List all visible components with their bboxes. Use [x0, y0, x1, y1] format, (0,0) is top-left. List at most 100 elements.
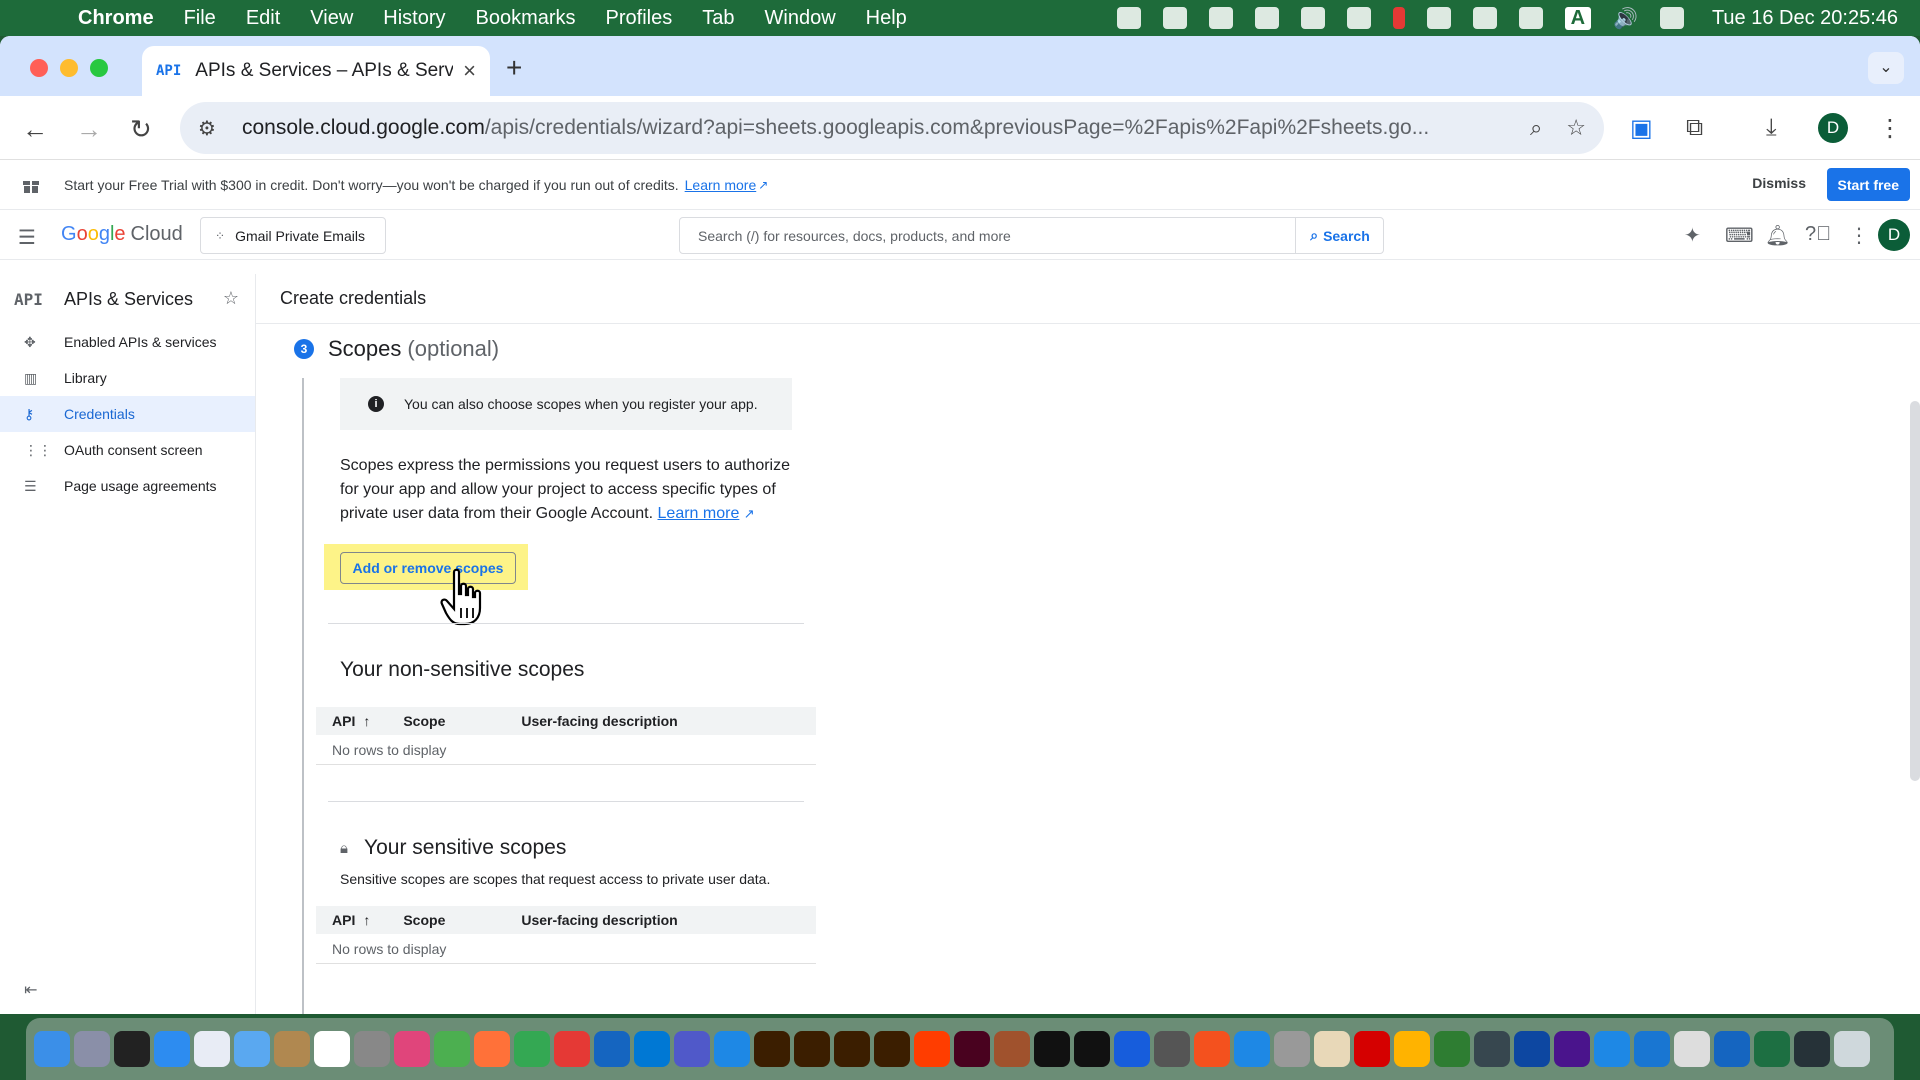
bookmark-star-icon[interactable]: ☆ — [1566, 115, 1586, 141]
site-info-icon[interactable]: ⚙ — [198, 116, 224, 141]
zoom-window-button[interactable] — [90, 59, 108, 77]
column-api[interactable]: API — [332, 713, 355, 729]
illustrator-3-app-icon[interactable] — [834, 1031, 870, 1067]
add-remove-scopes-button[interactable]: Add or remove scopes — [340, 552, 516, 584]
vscode-app-icon[interactable] — [634, 1031, 670, 1067]
project-selector[interactable]: ⁘ Gmail Private Emails — [200, 217, 386, 254]
app-store-app-icon[interactable] — [1234, 1031, 1270, 1067]
sidebar-item-page-usage[interactable]: ☰ Page usage agreements — [0, 468, 255, 504]
google-cloud-logo[interactable]: Google Cloud — [61, 223, 183, 246]
zoom-icon[interactable]: ⌕ — [1530, 115, 1542, 141]
cloud-shell-icon[interactable]: ⌨ — [1725, 223, 1754, 248]
pin-star-icon[interactable]: ☆ — [223, 288, 239, 309]
new-tab-icon[interactable]: + — [506, 52, 522, 84]
finder-app-icon[interactable] — [34, 1031, 70, 1067]
more-vert-icon[interactable]: ⋮ — [1849, 223, 1869, 248]
weather-channel-app-icon[interactable] — [1514, 1031, 1550, 1067]
firefox-app-icon[interactable] — [474, 1031, 510, 1067]
reload-icon[interactable]: ↻ — [130, 114, 152, 145]
preview-app-icon[interactable] — [1274, 1031, 1310, 1067]
menu-file[interactable]: File — [184, 7, 216, 30]
extensions-puzzle-icon[interactable]: ⧉ — [1686, 114, 1703, 142]
s-app-icon[interactable] — [714, 1031, 750, 1067]
input-source-icon[interactable]: A — [1564, 6, 1592, 30]
terminal-2-app-icon[interactable] — [1074, 1031, 1110, 1067]
anydesk-app-icon[interactable] — [914, 1031, 950, 1067]
menu-view[interactable]: View — [310, 7, 353, 30]
downloads-stack-icon[interactable] — [1674, 1031, 1710, 1067]
settings-app-icon[interactable] — [354, 1031, 390, 1067]
close-window-button[interactable] — [30, 59, 48, 77]
angular-app-icon[interactable] — [1354, 1031, 1390, 1067]
minimize-window-button[interactable] — [60, 59, 78, 77]
back-arrow-icon[interactable]: ← — [22, 114, 48, 145]
terminal-app-icon[interactable] — [1034, 1031, 1070, 1067]
banner-learn-more-link[interactable]: Learn more — [685, 177, 757, 193]
menubar-clock[interactable]: Tue 16 Dec 20:25:46 — [1712, 7, 1898, 30]
calendar-app-icon[interactable] — [314, 1031, 350, 1067]
column-api[interactable]: API — [332, 912, 355, 928]
slack-app-icon[interactable] — [394, 1031, 430, 1067]
dismiss-button[interactable]: Dismiss — [1752, 175, 1806, 191]
start-free-button[interactable]: Start free — [1826, 168, 1910, 201]
pause-bars-icon[interactable] — [1392, 7, 1405, 29]
menu-app-name[interactable]: Chrome — [78, 7, 154, 30]
address-url[interactable]: console.cloud.google.com/apis/credential… — [242, 116, 1506, 140]
safari-app-icon[interactable] — [234, 1031, 270, 1067]
menu-history[interactable]: History — [383, 7, 445, 30]
profile-avatar[interactable]: D — [1818, 113, 1848, 143]
illustrator-app-icon[interactable] — [754, 1031, 790, 1067]
hamburger-menu-icon[interactable]: ☰ — [18, 225, 36, 250]
collapse-sidebar-icon[interactable]: ⇤ — [24, 980, 37, 1000]
grid-icon[interactable] — [1300, 7, 1325, 29]
browser-tab-active[interactable]: API APIs & Services – APIs & Services × — [142, 46, 490, 96]
clipboard-icon[interactable] — [1254, 7, 1279, 29]
gemini-sparkle-icon[interactable]: ✦ — [1684, 223, 1701, 248]
search-button[interactable]: ⌕ Search — [1295, 217, 1384, 254]
control-center-icon[interactable] — [1659, 7, 1684, 29]
sidebar-item-enabled-apis[interactable]: ✥ Enabled APIs & services — [0, 324, 255, 360]
menu-bookmarks[interactable]: Bookmarks — [476, 7, 576, 30]
description-learn-more-link[interactable]: Learn more — [658, 505, 740, 522]
grid-app-icon[interactable] — [1554, 1031, 1590, 1067]
s-app-icon[interactable] — [1518, 7, 1543, 29]
menu-help[interactable]: Help — [866, 7, 907, 30]
sort-arrow-up-icon[interactable]: ↑ — [363, 912, 403, 928]
console-search-input[interactable]: Search (/) for resources, docs, products… — [679, 217, 1384, 254]
launchpad-app-icon[interactable] — [74, 1031, 110, 1067]
timer-icon[interactable] — [1472, 7, 1497, 29]
activity-monitor-app-icon[interactable] — [1794, 1031, 1830, 1067]
parking-icon[interactable] — [1208, 7, 1233, 29]
trash-icon[interactable] — [1834, 1031, 1870, 1067]
illustrator-2-app-icon[interactable] — [794, 1031, 830, 1067]
e-app-icon[interactable] — [1194, 1031, 1230, 1067]
vertical-scrollbar[interactable] — [1910, 401, 1920, 781]
messages-app-icon[interactable] — [194, 1031, 230, 1067]
excel-app-icon[interactable] — [1754, 1031, 1790, 1067]
teams-app-icon[interactable] — [674, 1031, 710, 1067]
menu-tab[interactable]: Tab — [702, 7, 734, 30]
screenshot-app-icon[interactable] — [1474, 1031, 1510, 1067]
help-icon[interactable]: ?⃝ — [1805, 223, 1831, 246]
sourcetree-app-icon[interactable] — [1434, 1031, 1470, 1067]
chrome-beta-app-icon[interactable] — [514, 1031, 550, 1067]
acrobat-app-icon[interactable] — [554, 1031, 590, 1067]
menu-profiles[interactable]: Profiles — [606, 7, 673, 30]
hat-icon[interactable] — [1162, 7, 1187, 29]
bitwarden-app-icon[interactable] — [1114, 1031, 1150, 1067]
crm-app-icon[interactable] — [994, 1031, 1030, 1067]
tab-search-chevron-icon[interactable]: ⌄ — [1868, 52, 1904, 84]
account-avatar[interactable]: D — [1878, 219, 1910, 251]
mail-app-icon[interactable] — [154, 1031, 190, 1067]
extension-bitwarden-icon[interactable]: ▣ — [1630, 114, 1653, 143]
illustrator-4-app-icon[interactable] — [874, 1031, 910, 1067]
sort-arrow-up-icon[interactable]: ↑ — [363, 713, 403, 729]
menu-edit[interactable]: Edit — [246, 7, 280, 30]
binoculars-icon[interactable] — [1116, 7, 1141, 29]
drive-icon[interactable] — [1346, 7, 1371, 29]
mission-control-app-icon[interactable] — [114, 1031, 150, 1067]
notifications-bell-icon[interactable]: 🔔︎ — [1765, 223, 1790, 248]
address-bar[interactable]: ⚙ console.cloud.google.com/apis/credenti… — [180, 102, 1604, 154]
sidebar-item-credentials[interactable]: ⚷ Credentials — [0, 396, 255, 432]
sidebar-item-library[interactable]: ▥ Library — [0, 360, 255, 396]
